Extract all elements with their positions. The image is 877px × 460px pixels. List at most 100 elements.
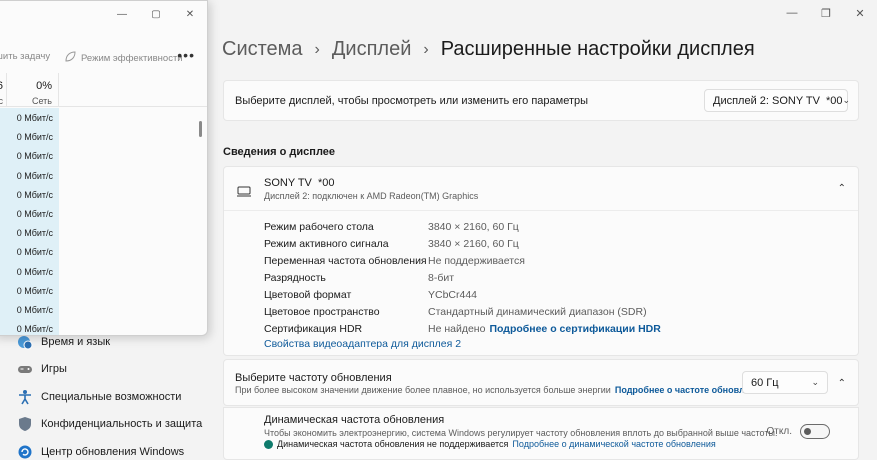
maximize-icon[interactable]: ❐ (809, 0, 843, 26)
scrollbar-thumb[interactable] (199, 121, 202, 137)
display-select-label: Выберите дисплей, чтобы просмотреть или … (235, 95, 589, 107)
chevron-up-icon[interactable]: ⌃ (838, 183, 846, 194)
close-icon[interactable]: ✕ (173, 3, 207, 25)
sidebar-item-gaming[interactable]: Игры (0, 356, 210, 384)
table-row[interactable]: 0 Мбит/с (0, 147, 59, 166)
device-name: SONY TV *00 (264, 177, 335, 189)
breadcrumb-system[interactable]: Система (222, 38, 303, 61)
dynamic-refresh-toggle[interactable] (800, 424, 830, 439)
sidebar-item-accessibility[interactable]: Специальные возможности (0, 383, 210, 411)
display-select-card: Выберите дисплей, чтобы просмотреть или … (223, 80, 859, 121)
property-key: Переменная частота обновления (264, 254, 427, 267)
refresh-rate-desc: При более высоком значении движение боле… (235, 385, 611, 395)
page-title: Расширенные настройки дисплея (440, 38, 755, 60)
close-icon[interactable]: ✕ (843, 0, 877, 26)
property-key: Цветовое пространство (264, 305, 380, 318)
breadcrumb: Система › Дисплей › Расширенные настройк… (222, 38, 755, 61)
property-value: 3840 × 2160, 60 Гц (428, 237, 519, 250)
table-row[interactable]: 0 Мбит/с (0, 128, 59, 147)
property-value: YCbCr444 (428, 288, 478, 301)
dynamic-refresh-note: Динамическая частота обновления не подде… (264, 439, 716, 449)
sidebar-item-windows-update[interactable]: Центр обновления Windows (0, 438, 210, 460)
hdr-certification-link[interactable]: Подробнее о сертификации HDR (489, 323, 660, 335)
sidebar-item-privacy[interactable]: Конфиденциальность и защита (0, 411, 210, 439)
device-subtitle: Дисплей 2: подключен к AMD Radeon(TM) Gr… (264, 191, 479, 201)
network-value: 0 Мбит/с (16, 132, 53, 143)
sidebar-item-label: Конфиденциальность и защита (41, 418, 203, 431)
property-value: Стандартный динамический диапазон (SDR) (428, 305, 647, 318)
property-row: Переменная частота обновления Не поддержи… (264, 252, 661, 269)
refresh-rate-card: Выберите частоту обновления При более вы… (223, 359, 859, 406)
property-key: Режим активного сигнала (264, 237, 389, 250)
more-options-icon[interactable]: ••• (177, 47, 195, 63)
chevron-up-icon[interactable]: ⌃ (838, 378, 846, 389)
dynamic-refresh-subtitle: Чтобы экономить электроэнергию, система … (264, 428, 778, 438)
maximize-icon[interactable]: ▢ (139, 3, 173, 25)
network-label: Сеть (31, 96, 52, 106)
property-row: Цветовое пространство Стандартный динамич… (264, 303, 661, 320)
table-row[interactable]: 0 Мбит/с (0, 109, 59, 128)
column-percent: 6 (0, 80, 3, 92)
property-value: Не поддерживается (428, 254, 525, 267)
task-manager-toolbar: ашить задачу Режим эффективности ••• (0, 47, 207, 67)
display-dropdown[interactable]: Дисплей 2: SONY TV *00 ⌄ (704, 89, 851, 112)
column-header-network[interactable]: 0% Сеть (7, 73, 59, 107)
chevron-right-icon: › (423, 40, 429, 58)
table-row[interactable]: 0 Мбит/с (0, 282, 59, 301)
network-value: 0 Мбит/с (16, 228, 53, 239)
chevron-down-icon: ⌄ (842, 95, 851, 105)
property-value: 8-бит (428, 271, 455, 284)
property-value: Не найдено (428, 322, 486, 335)
end-task-button[interactable]: ашить задачу (0, 51, 50, 62)
adapter-properties-link[interactable]: Свойства видеоадаптера для дисплея 2 (264, 338, 461, 350)
minimize-icon[interactable]: — (105, 3, 139, 25)
monitor-icon (237, 184, 251, 202)
property-value: 3840 × 2160, 60 Гц (428, 220, 519, 233)
sidebar-item-label: Игры (41, 363, 67, 376)
table-row[interactable]: 0 Мбит/с (0, 205, 59, 224)
efficiency-mode-label: Режим эффективности (81, 52, 183, 64)
breadcrumb-display[interactable]: Дисплей (332, 38, 412, 61)
dynamic-refresh-card: Динамическая частота обновления Чтобы эк… (223, 407, 859, 460)
property-key: Разрядность (264, 271, 326, 284)
property-row: Режим рабочего стола 3840 × 2160, 60 Гц (264, 218, 661, 235)
display-info-header[interactable]: SONY TV *00 Дисплей 2: подключен к AMD R… (224, 167, 858, 211)
section-title: Сведения о дисплее (223, 146, 336, 158)
dynamic-refresh-title: Динамическая частота обновления (264, 414, 445, 426)
refresh-rate-title: Выберите частоту обновления (235, 372, 392, 384)
sidebar-item-label: Центр обновления Windows (41, 445, 185, 458)
network-value: 0 Мбит/с (16, 304, 53, 315)
property-row: Разрядность 8-бит (264, 269, 661, 286)
shield-icon (16, 415, 34, 433)
network-value: 0 Мбит/с (16, 208, 53, 219)
network-value: 0 Мбит/с (16, 113, 53, 123)
column-label: c (0, 96, 3, 106)
dynamic-refresh-link[interactable]: Подробнее о динамической частоте обновле… (512, 439, 715, 449)
task-manager-column-header: 6 c 0% Сеть (0, 73, 207, 107)
refresh-rate-dropdown[interactable]: 60 Гц ⌄ (742, 371, 828, 394)
column-header-prev[interactable]: 6 c (0, 73, 7, 107)
property-key: Сертификация HDR (264, 322, 363, 335)
table-row[interactable]: 0 Мбит/с (0, 243, 59, 262)
minimize-icon[interactable]: — (775, 0, 809, 26)
chevron-down-icon: ⌄ (811, 377, 819, 387)
display-properties: Режим рабочего стола 3840 × 2160, 60 Гц Р… (264, 218, 661, 337)
info-icon (264, 439, 273, 449)
property-key: Цветовой формат (264, 288, 352, 301)
display-info-card: SONY TV *00 Дисплей 2: подключен к AMD R… (223, 166, 859, 356)
refresh-rate-subtitle: При более высоком значении движение боле… (235, 385, 766, 395)
task-manager-window: — ▢ ✕ ашить задачу Режим эффективности •… (0, 0, 208, 336)
property-row: Цветовой формат YCbCr444 (264, 286, 661, 303)
sidebar-item-label: Время и язык (41, 335, 111, 348)
table-row[interactable]: 0 Мбит/с (0, 186, 59, 205)
network-value: 0 Мбит/с (16, 170, 53, 181)
table-row[interactable]: 0 Мбит/с (0, 167, 59, 186)
property-row: Режим активного сигнала 3840 × 2160, 60 Г… (264, 235, 661, 252)
table-row[interactable]: 0 Мбит/с (0, 263, 59, 282)
display-dropdown-value: Дисплей 2: SONY TV *00 (713, 94, 843, 107)
table-row[interactable]: 0 Мбит/с (0, 301, 59, 320)
network-value: 0 Мбит/с (16, 151, 53, 162)
efficiency-mode-button[interactable]: Режим эффективности (65, 51, 183, 65)
table-row[interactable]: 0 Мбит/с (0, 224, 59, 243)
table-row[interactable]: 0 Мбит/с (0, 320, 59, 335)
